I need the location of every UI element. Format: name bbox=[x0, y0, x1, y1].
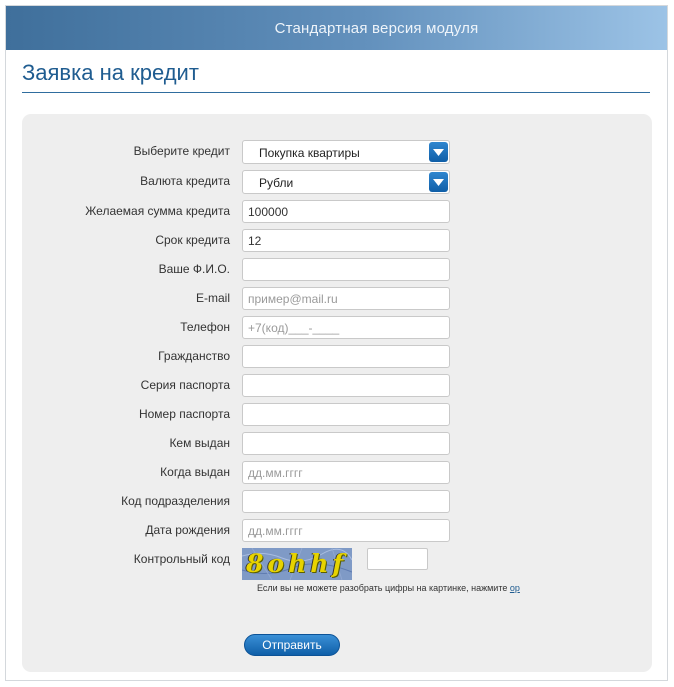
passport-series-input[interactable] bbox=[242, 374, 450, 397]
credit-type-select[interactable]: Покупка квартиры bbox=[242, 140, 450, 164]
phone-row: Телефон bbox=[22, 316, 652, 340]
captcha-hint-text: Если вы не можете разобрать цифры на кар… bbox=[257, 583, 510, 593]
credit-type-value: Покупка квартиры bbox=[259, 146, 360, 160]
currency-row: Валюта кредита Рубли bbox=[22, 170, 652, 194]
chevron-down-icon[interactable] bbox=[429, 142, 448, 162]
birth-date-row: Дата рождения bbox=[22, 519, 652, 543]
captcha-refresh-link[interactable]: ор bbox=[510, 583, 520, 593]
captcha-label: Контрольный код bbox=[133, 552, 230, 566]
amount-label: Желаемая сумма кредита bbox=[85, 204, 230, 218]
page-title: Заявка на кредит bbox=[22, 60, 199, 85]
passport-number-row: Номер паспорта bbox=[22, 403, 652, 427]
division-code-label: Код подразделения bbox=[121, 494, 230, 508]
captcha-text: 8ohhf bbox=[246, 549, 348, 578]
amount-input[interactable] bbox=[242, 200, 450, 223]
email-label: E-mail bbox=[195, 291, 230, 305]
currency-select[interactable]: Рубли bbox=[242, 170, 450, 194]
division-code-row: Код подразделения bbox=[22, 490, 652, 514]
issue-date-row: Когда выдан bbox=[22, 461, 652, 485]
birth-date-input[interactable] bbox=[242, 519, 450, 542]
passport-series-label: Серия паспорта bbox=[140, 378, 230, 392]
email-row: E-mail bbox=[22, 287, 652, 311]
currency-label: Валюта кредита bbox=[140, 174, 230, 188]
full-name-label: Ваше Ф.И.О. bbox=[158, 262, 230, 276]
title-divider bbox=[22, 92, 650, 93]
full-name-row: Ваше Ф.И.О. bbox=[22, 258, 652, 282]
citizenship-label: Гражданство bbox=[158, 349, 230, 363]
credit-type-label: Выберите кредит bbox=[133, 144, 230, 158]
issue-date-input[interactable] bbox=[242, 461, 450, 484]
passport-series-row: Серия паспорта bbox=[22, 374, 652, 398]
captcha-input[interactable] bbox=[367, 548, 428, 570]
phone-label: Телефон bbox=[180, 320, 230, 334]
captcha-image: 8ohhf bbox=[242, 548, 352, 580]
phone-input[interactable] bbox=[242, 316, 450, 339]
birth-date-label: Дата рождения bbox=[145, 523, 230, 537]
citizenship-input[interactable] bbox=[242, 345, 450, 368]
currency-value: Рубли bbox=[259, 176, 294, 190]
chevron-down-icon[interactable] bbox=[429, 172, 448, 192]
passport-number-input[interactable] bbox=[242, 403, 450, 426]
header-title: Стандартная версия модуля bbox=[274, 20, 479, 37]
header-bar: Стандартная версия модуля bbox=[6, 6, 667, 50]
division-code-input[interactable] bbox=[242, 490, 450, 513]
issued-by-input[interactable] bbox=[242, 432, 450, 455]
citizenship-row: Гражданство bbox=[22, 345, 652, 369]
issued-by-row: Кем выдан bbox=[22, 432, 652, 456]
term-input[interactable] bbox=[242, 229, 450, 252]
issued-by-label: Кем выдан bbox=[169, 436, 230, 450]
full-name-input[interactable] bbox=[242, 258, 450, 281]
term-row: Срок кредита bbox=[22, 229, 652, 253]
passport-number-label: Номер паспорта bbox=[138, 407, 230, 421]
credit-type-row: Выберите кредит Покупка квартиры bbox=[22, 140, 652, 164]
credit-form: Выберите кредит Покупка квартиры Валюта … bbox=[22, 114, 652, 672]
module-frame: Стандартная версия модуля Заявка на кред… bbox=[5, 5, 668, 681]
submit-button[interactable]: Отправить bbox=[244, 634, 340, 656]
term-label: Срок кредита bbox=[155, 233, 230, 247]
amount-row: Желаемая сумма кредита bbox=[22, 200, 652, 224]
captcha-row: Контрольный код 8ohhf bbox=[22, 548, 652, 582]
captcha-hint: Если вы не можете разобрать цифры на кар… bbox=[257, 583, 520, 593]
issue-date-label: Когда выдан bbox=[160, 465, 230, 479]
email-input[interactable] bbox=[242, 287, 450, 310]
